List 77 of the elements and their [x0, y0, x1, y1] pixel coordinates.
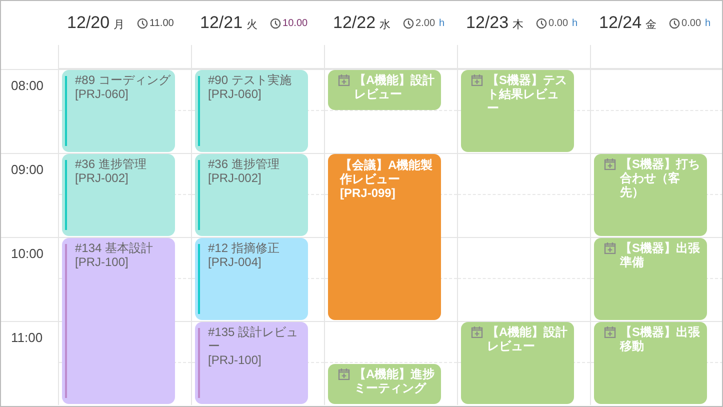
event-code: [PRJ-060] — [75, 87, 130, 101]
task-event[interactable]: #36 進捗管理 [PRJ-002] — [195, 154, 308, 236]
event-title: 【A機能】進捗ミーティング — [354, 367, 436, 395]
event-title: 【S機器】出張準備 — [620, 241, 702, 269]
weekday-label: 水 — [380, 18, 391, 34]
time-label: 10:00 — [11, 246, 44, 261]
event-title: 【A機能】設計レビュー — [487, 325, 569, 353]
event-title: #36 進捗管理 — [75, 157, 148, 171]
hours-unit: h — [572, 16, 578, 30]
task-event[interactable]: #12 指摘修正 [PRJ-004] — [195, 238, 308, 320]
clock-icon — [536, 18, 547, 28]
hours-unit: h — [439, 16, 445, 30]
task-event[interactable]: #135 設計レビュー [PRJ-100] — [195, 322, 308, 404]
all-day-cell[interactable] — [457, 45, 590, 69]
task-event[interactable]: #90 テスト実施 [PRJ-060] — [195, 70, 308, 152]
weekday-label: 金 — [646, 18, 657, 34]
event-title: #90 テスト実施 — [208, 73, 292, 87]
event-code: [PRJ-002] — [75, 171, 130, 185]
event-title: 【S機器】テスト結果レビュー — [487, 73, 568, 115]
hours-total: 11.00 — [150, 16, 174, 30]
schedule-event[interactable]: 【S機器】テスト結果レビュー — [461, 70, 574, 152]
schedule-event[interactable]: 【A機能】進捗ミーティング — [328, 364, 441, 404]
hours-total: 0.00 — [548, 16, 568, 30]
clock-icon — [402, 18, 414, 28]
time-label: 08:00 — [11, 78, 44, 93]
task-event[interactable]: #134 基本設計 [PRJ-100] — [62, 238, 175, 404]
event-code: [PRJ-100] — [75, 255, 130, 269]
event-code: [PRJ-100] — [208, 353, 262, 367]
task-event[interactable]: #89 コーディング [PRJ-060] — [62, 70, 175, 152]
time-label: 09:00 — [11, 162, 44, 177]
hours-total: 0.00 — [682, 16, 702, 30]
schedule-event[interactable]: 【A機能】設計レビュー — [328, 70, 441, 110]
date-label: 12/23 — [466, 12, 509, 34]
schedule-event[interactable]: 【S機器】打ち合わせ（客先） — [594, 154, 707, 236]
event-title: #36 進捗管理 — [208, 157, 280, 171]
event-code: [PRJ-004] — [208, 255, 262, 269]
clock-icon — [136, 18, 148, 28]
all-day-cell[interactable] — [58, 45, 191, 69]
hours-total: 2.00 — [416, 16, 436, 30]
date-label: 12/20 — [67, 12, 110, 34]
task-event[interactable]: #36 進捗管理 [PRJ-002] — [62, 154, 175, 236]
schedule-event[interactable]: 【S機器】出張準備 — [594, 238, 707, 320]
calendar-plus-icon — [471, 74, 483, 86]
event-title: #135 設計レビュー — [208, 325, 300, 353]
calendar-plus-icon — [338, 368, 350, 380]
all-day-cell[interactable] — [324, 45, 457, 69]
event-title: #134 基本設計 — [75, 241, 154, 255]
calendar-plus-icon — [338, 74, 350, 86]
event-title: #89 コーディング — [75, 73, 171, 87]
all-day-cell[interactable] — [590, 45, 722, 69]
weekday-label: 火 — [246, 18, 258, 34]
weekday-label: 月 — [114, 18, 125, 34]
schedule-event[interactable]: 【S機器】出張移動 — [594, 322, 707, 404]
event-title: 【S機器】出張移動 — [620, 325, 702, 353]
event-title: 【A機能】設計レビュー — [354, 73, 436, 101]
weekday-label: 木 — [512, 18, 524, 34]
time-label: 11:00 — [11, 330, 43, 345]
date-label: 12/21 — [200, 12, 243, 34]
date-label: 12/24 — [599, 12, 642, 34]
schedule-event[interactable]: 【A機能】設計レビュー — [461, 322, 574, 404]
calendar-plus-icon — [471, 326, 483, 338]
calendar-plus-icon — [604, 326, 616, 338]
event-code: [PRJ-099] — [340, 186, 396, 200]
event-title: 【会議】A機能製作レビュー — [340, 158, 434, 186]
event-title: #12 指摘修正 — [208, 241, 280, 255]
all-day-cell[interactable] — [191, 45, 324, 69]
date-label: 12/22 — [333, 12, 376, 34]
event-code: [PRJ-060] — [208, 87, 262, 101]
event-title: 【S機器】打ち合わせ（客先） — [620, 157, 702, 199]
hours-total: 10.00 — [282, 16, 308, 30]
event-code: [PRJ-002] — [208, 171, 262, 185]
calendar-plus-icon — [604, 242, 616, 254]
calendar-plus-icon — [604, 158, 616, 170]
clock-icon — [270, 18, 281, 28]
clock-icon — [668, 18, 680, 28]
hours-unit: h — [705, 16, 711, 30]
meeting-event[interactable]: 【会議】A機能製作レビュー [PRJ-099] — [328, 154, 441, 320]
